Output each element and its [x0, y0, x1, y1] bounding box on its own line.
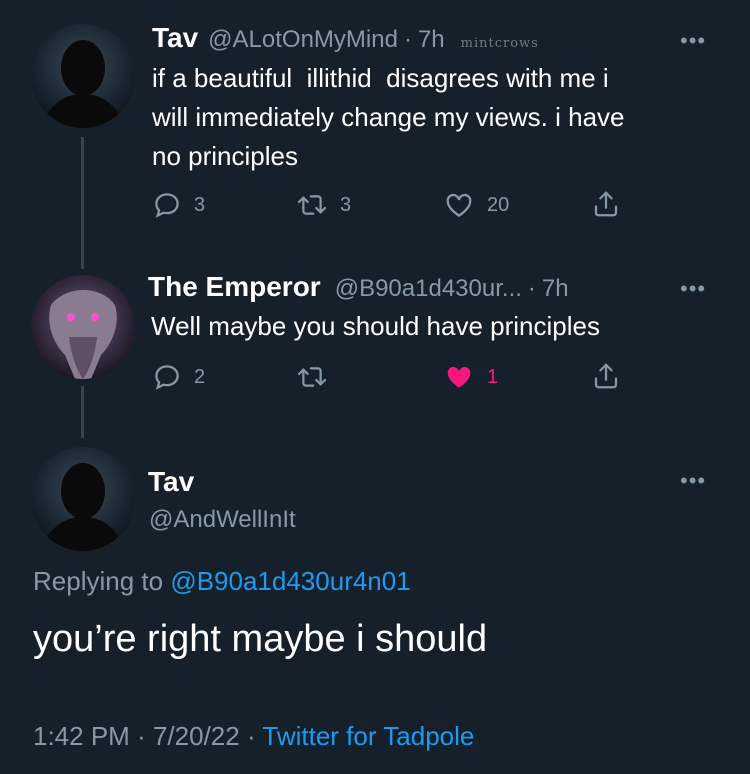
handle[interactable]: @AndWellInIt — [149, 506, 296, 534]
handle[interactable]: @B90a1d430ur... — [335, 275, 522, 303]
reply-icon — [155, 193, 179, 218]
more-icon[interactable]: ••• — [680, 276, 706, 302]
more-icon[interactable]: ••• — [680, 468, 706, 494]
reply-icon — [155, 365, 179, 390]
post-time[interactable]: 1:42 PM — [33, 721, 130, 751]
avatar-the-emperor[interactable] — [31, 275, 135, 379]
tweet-header: The Emperor @B90a1d430ur... · 7h — [148, 271, 569, 303]
like-icon — [446, 193, 472, 217]
display-name[interactable]: The Emperor — [148, 271, 321, 303]
reply-count: 2 — [194, 365, 206, 388]
display-name[interactable]: Tav — [148, 466, 194, 498]
timestamp[interactable]: 7h — [418, 26, 445, 54]
main-tweet-text: you’re right maybe i should — [33, 618, 488, 660]
watermark: mintcrows — [460, 36, 539, 51]
retweet-icon — [297, 367, 327, 387]
like-icon — [447, 366, 471, 388]
handle[interactable]: @ALotOnMyMind — [208, 26, 398, 54]
tweet-header: Tav @ALotOnMyMind · 7h mintcrows — [152, 22, 539, 54]
reply-button[interactable]: 3 — [152, 190, 205, 220]
share-icon — [594, 363, 618, 389]
replying-to-label: Replying to — [33, 566, 164, 596]
retweet-count: 3 — [340, 193, 352, 216]
replying-to: Replying to @B90a1d430ur4n01 — [33, 566, 411, 597]
retweet-button[interactable]: 3 — [296, 190, 351, 220]
time-separator: · — [403, 26, 412, 53]
avatar-tav[interactable] — [31, 24, 135, 128]
like-button[interactable]: 1 — [443, 362, 498, 392]
tweet-text: if a beautiful illithid disagrees with m… — [152, 59, 722, 176]
retweet-icon — [297, 195, 327, 215]
post-date[interactable]: 7/20/22 — [153, 721, 240, 751]
more-icon[interactable]: ••• — [680, 28, 706, 54]
reply-button[interactable]: 2 — [152, 362, 205, 392]
tweet-text-line: Well maybe you should have principles — [151, 311, 600, 341]
tweet-text: Well maybe you should have principles — [151, 307, 721, 346]
tweet-text-line: will immediately change my views. i have — [152, 102, 625, 132]
replying-to-handle[interactable]: @B90a1d430ur4n01 — [170, 566, 410, 596]
date-separator: · — [137, 721, 146, 751]
like-count: 1 — [487, 365, 499, 388]
tweet-text-line: if a beautiful illithid disagrees with m… — [152, 63, 609, 93]
tweet-source[interactable]: Twitter for Tadpole — [262, 721, 474, 751]
thread-line — [81, 137, 84, 269]
thread-line — [81, 386, 84, 438]
time-separator: · — [527, 275, 536, 302]
display-name[interactable]: Tav — [152, 22, 198, 54]
share-button[interactable] — [591, 188, 621, 220]
retweet-button[interactable] — [296, 362, 340, 392]
source-separator: · — [246, 721, 256, 751]
like-count: 20 — [487, 193, 510, 216]
share-icon — [594, 191, 618, 217]
like-button[interactable]: 20 — [443, 190, 509, 220]
reply-count: 3 — [194, 193, 206, 216]
timestamp[interactable]: 7h — [542, 275, 569, 303]
tweet-metadata: 1:42 PM · 7/20/22 · Twitter for Tadpole — [33, 721, 474, 752]
share-button[interactable] — [591, 360, 621, 392]
avatar-tav[interactable] — [31, 447, 135, 551]
tweet-text-line: no principles — [152, 141, 298, 171]
